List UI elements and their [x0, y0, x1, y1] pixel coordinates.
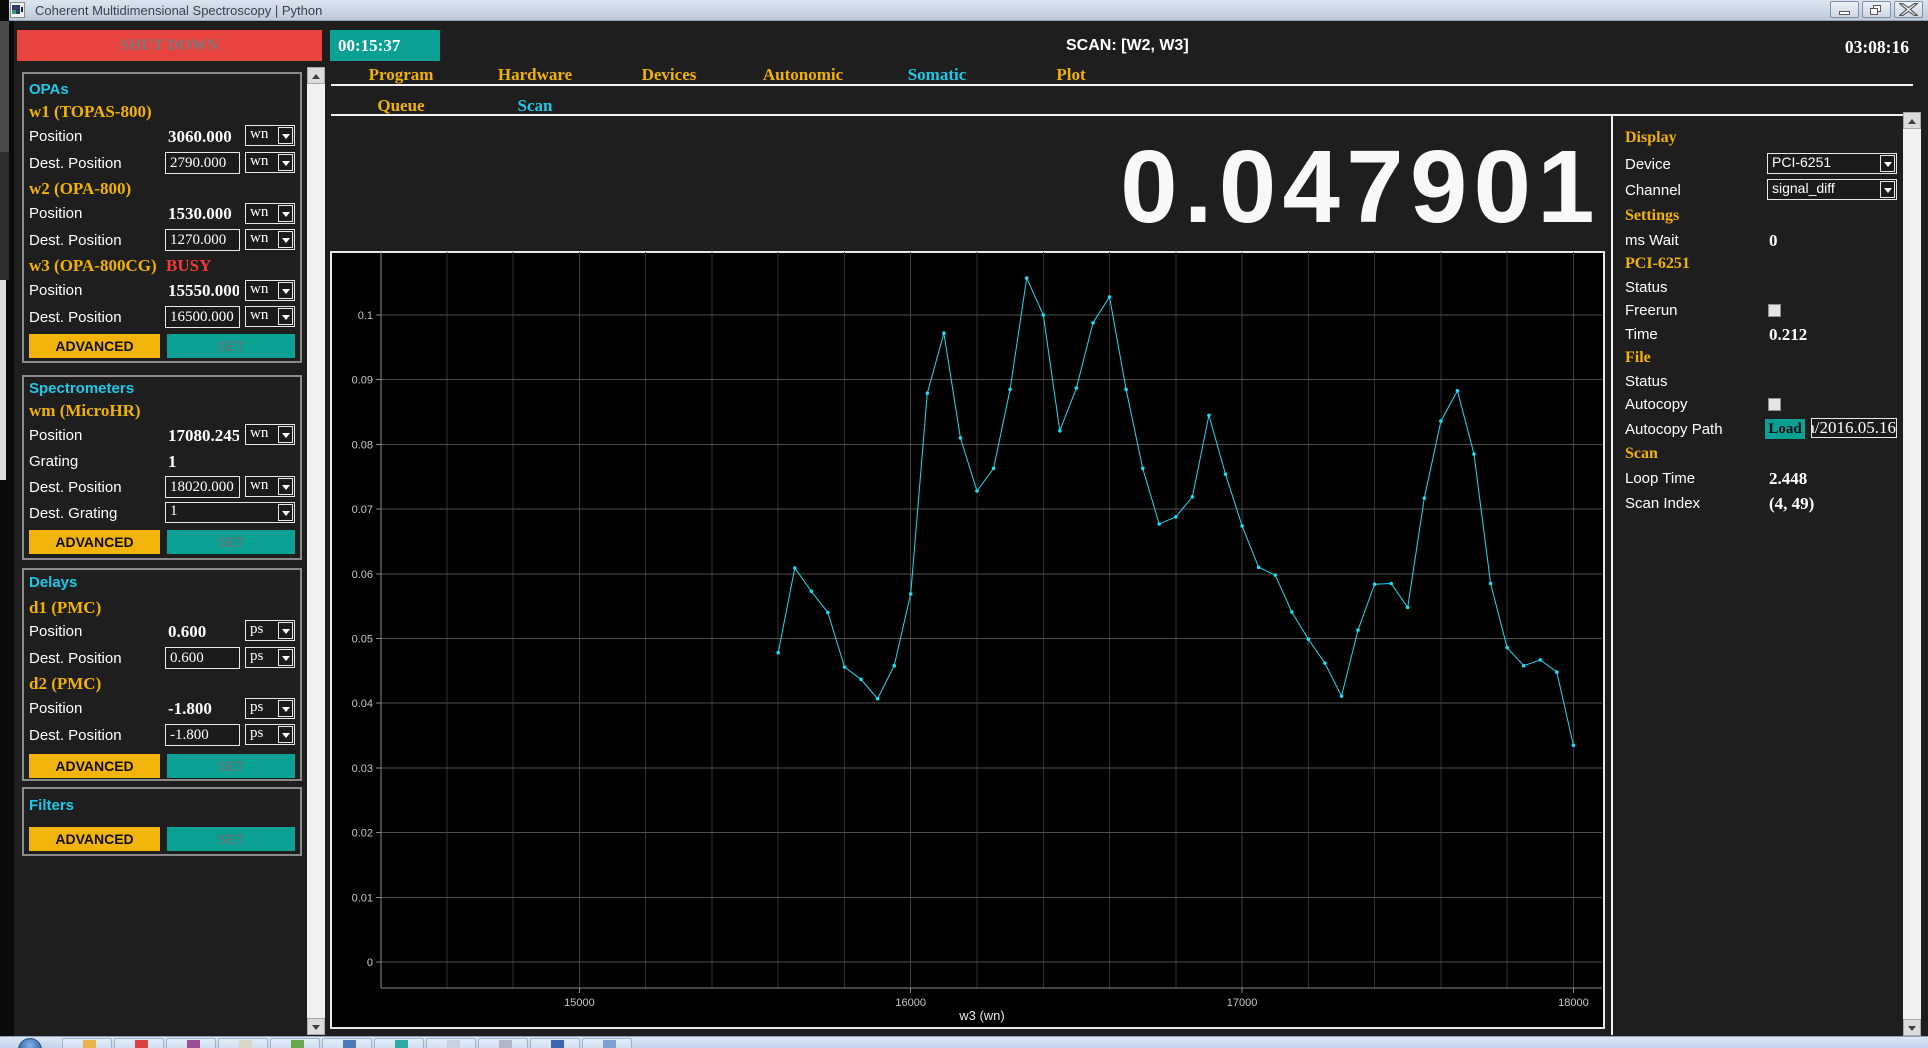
svg-text:0.02: 0.02 [352, 828, 373, 840]
svg-text:18000: 18000 [1558, 997, 1589, 1009]
svg-text:0.01: 0.01 [352, 892, 373, 904]
svg-text:0.03: 0.03 [352, 763, 373, 775]
svg-text:0.05: 0.05 [352, 634, 373, 646]
svg-text:0.09: 0.09 [352, 375, 373, 387]
svg-text:17000: 17000 [1227, 997, 1258, 1009]
svg-text:0.04: 0.04 [352, 698, 373, 710]
svg-text:0.1: 0.1 [358, 310, 373, 322]
svg-text:0.08: 0.08 [352, 439, 373, 451]
svg-text:16000: 16000 [895, 997, 926, 1009]
svg-text:0: 0 [367, 957, 373, 969]
svg-text:w3 (wn): w3 (wn) [958, 1008, 1005, 1023]
svg-text:0.07: 0.07 [352, 504, 373, 516]
svg-text:15000: 15000 [564, 997, 595, 1009]
svg-text:0.06: 0.06 [352, 569, 373, 581]
